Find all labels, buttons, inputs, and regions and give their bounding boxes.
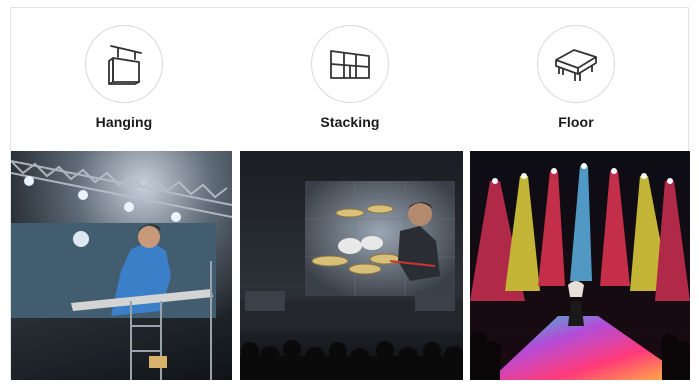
option-label-stacking: Stacking xyxy=(320,114,380,130)
hanging-display-concert-photo xyxy=(11,151,232,380)
stacking-icon-circle xyxy=(311,25,389,103)
floor-platform-icon xyxy=(555,49,597,81)
option-floor[interactable]: Floor xyxy=(463,8,689,151)
stacking-display-concert-photo xyxy=(240,151,463,380)
option-stacking[interactable]: Stacking xyxy=(237,8,463,151)
mounting-options-panel: Hanging Stacking Floor xyxy=(10,7,690,380)
option-label-floor: Floor xyxy=(558,114,594,130)
option-hanging[interactable]: Hanging xyxy=(11,8,237,151)
floor-display-stage-photo xyxy=(470,151,690,380)
hanging-icon-circle xyxy=(85,25,163,103)
hanging-sign-icon xyxy=(108,45,142,85)
stacked-grid-icon xyxy=(330,50,370,79)
option-label-hanging: Hanging xyxy=(95,114,153,130)
floor-icon-circle xyxy=(537,25,615,103)
mounting-options-row: Hanging Stacking Floor xyxy=(11,8,688,151)
mounting-photos-row xyxy=(11,151,690,380)
